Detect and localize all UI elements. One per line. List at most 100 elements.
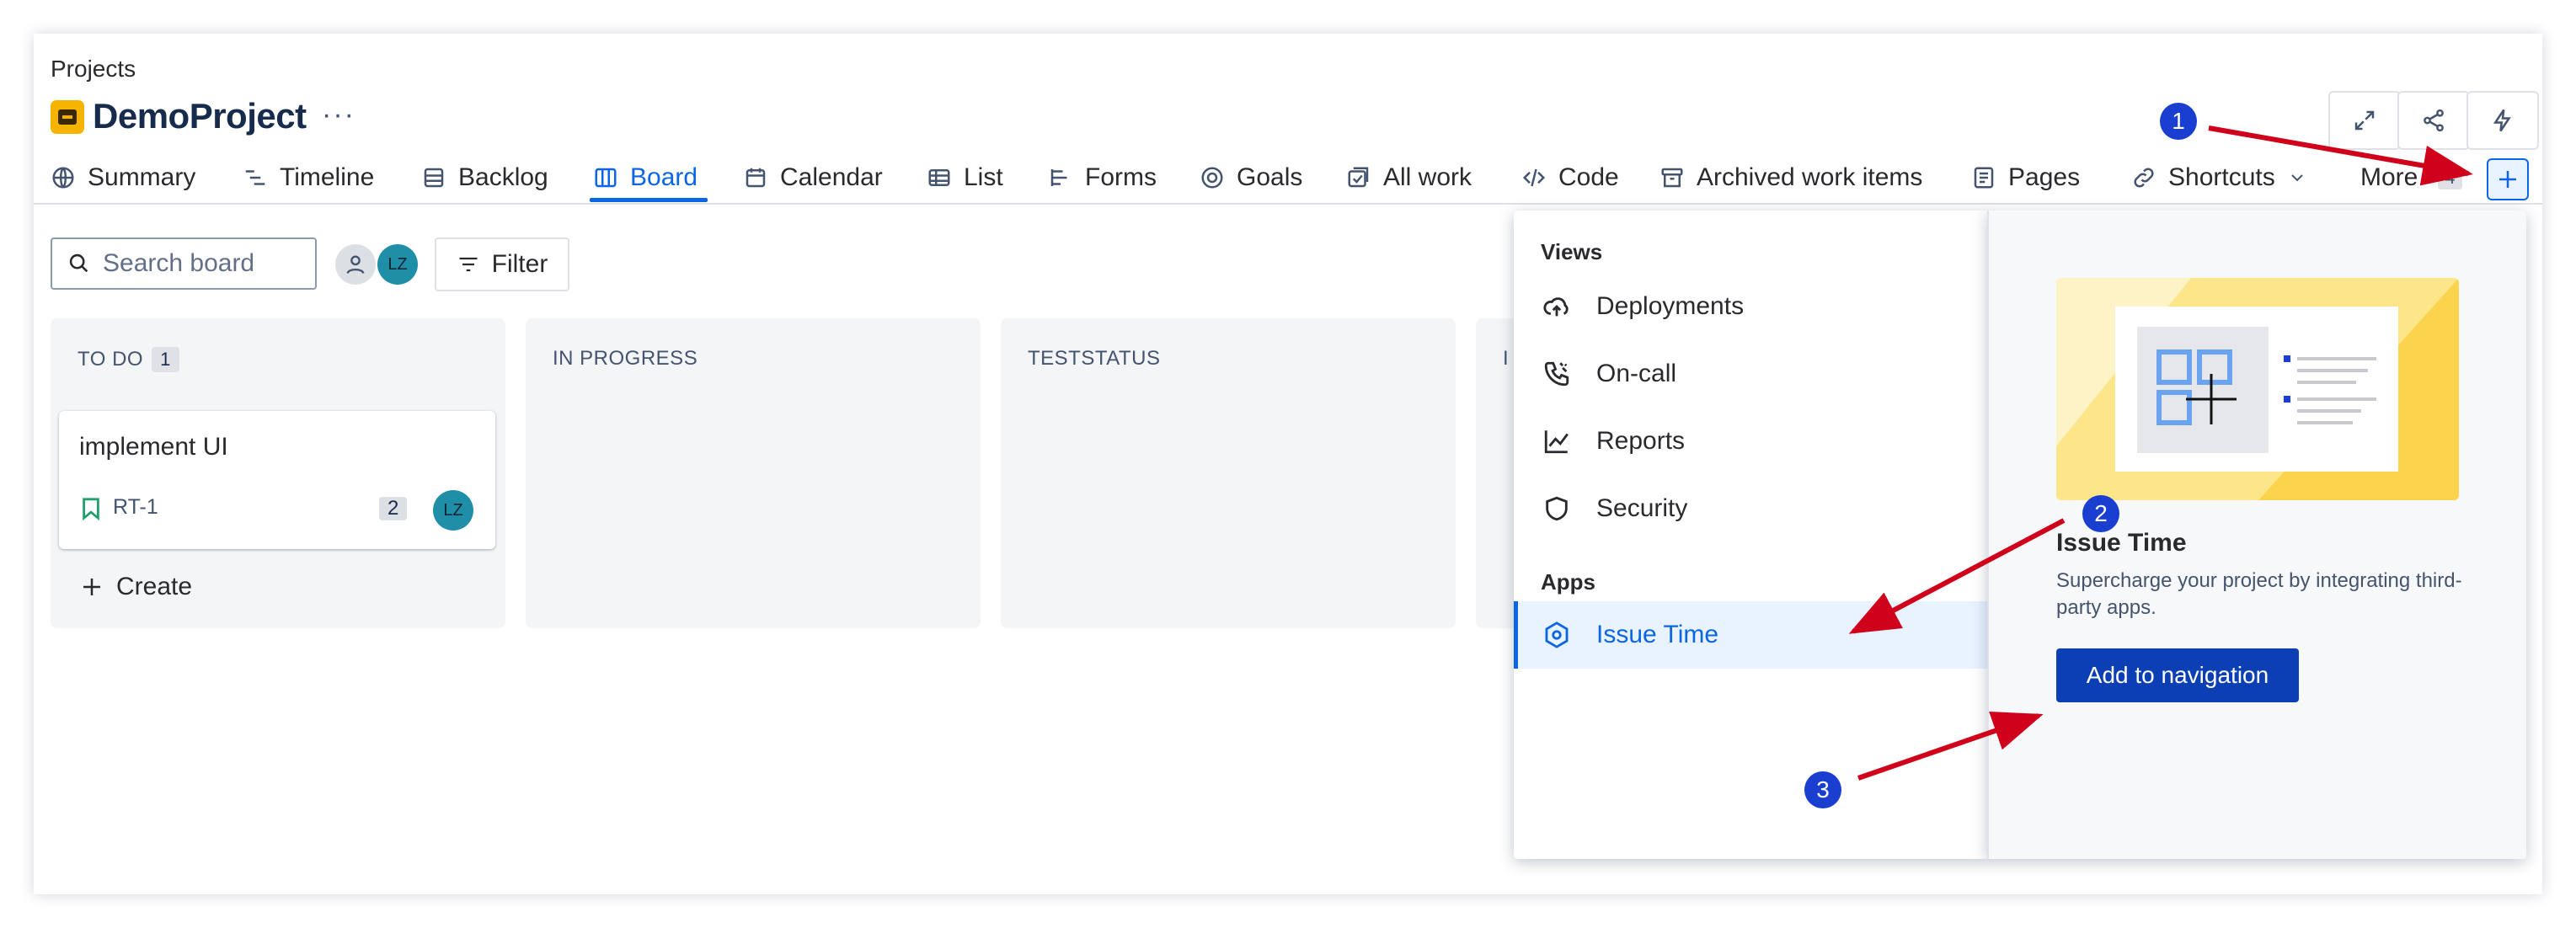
- filter-icon: [459, 257, 478, 272]
- shield-icon: [1546, 496, 1568, 521]
- column-count: 1: [152, 347, 179, 372]
- create-label: Create: [116, 573, 193, 600]
- menu-item-label: Issue Time: [1596, 621, 1719, 648]
- menu-item-label: Reports: [1596, 427, 1686, 455]
- apps-heading: Apps: [1541, 569, 1595, 595]
- tab-timeline[interactable]: Timeline: [243, 157, 374, 199]
- tab-label: Summary: [88, 163, 196, 191]
- tab-label: More: [2360, 163, 2418, 191]
- tab-code[interactable]: Code: [1521, 157, 1619, 199]
- tab-board[interactable]: Board: [593, 157, 697, 199]
- avatar[interactable]: LZ: [433, 490, 473, 531]
- menu-item-label: Deployments: [1596, 292, 1745, 320]
- backlog-icon: [424, 168, 444, 188]
- tab-label: Archived work items: [1697, 163, 1923, 191]
- tab-label: Forms: [1085, 163, 1157, 191]
- automation-button[interactable]: [2466, 91, 2539, 150]
- project-more-button[interactable]: ···: [322, 99, 355, 131]
- search-placeholder: Search board: [103, 249, 255, 277]
- create-issue-button[interactable]: Create: [79, 573, 192, 601]
- tab-all-work[interactable]: All work: [1346, 157, 1472, 199]
- tab-label: Pages: [2008, 163, 2081, 191]
- menu-item-on-call[interactable]: On-call: [1514, 340, 1987, 408]
- more-count-badge: 4: [2438, 166, 2462, 189]
- app-title: Issue Time: [2056, 529, 2187, 557]
- project-avatar-icon: [51, 100, 84, 134]
- tabs-divider: [34, 203, 2542, 205]
- column-title: TO DO 1: [77, 347, 179, 372]
- timeline-icon: [245, 170, 265, 185]
- tab-goals[interactable]: Goals: [1200, 157, 1302, 199]
- expand-icon: [2354, 110, 2375, 131]
- tab-label: Shortcuts: [2168, 163, 2275, 191]
- column-title-text: TO DO: [77, 348, 144, 371]
- goals-icon: [1201, 167, 1223, 189]
- share-button[interactable]: [2397, 91, 2470, 150]
- avatar-unassigned[interactable]: [335, 244, 376, 285]
- cloud-upload-icon: [1543, 297, 1569, 317]
- tab-backlog[interactable]: Backlog: [421, 157, 548, 199]
- tab-label: Goals: [1237, 163, 1303, 191]
- plus-icon: [83, 579, 100, 595]
- expand-button[interactable]: [2328, 91, 2401, 150]
- issue-key[interactable]: RT-1: [113, 495, 158, 520]
- tab-summary[interactable]: Summary: [51, 157, 195, 199]
- plus-icon: [2499, 171, 2516, 188]
- share-icon: [2424, 109, 2444, 132]
- tab-label: Backlog: [458, 163, 548, 191]
- issue-card[interactable]: implement UI RT-1 2 LZ: [59, 411, 495, 549]
- add-view-button[interactable]: [2487, 158, 2529, 200]
- add-view-menu: Views Deployments On-call Reports Securi…: [1514, 211, 1987, 859]
- menu-item-label: Security: [1596, 494, 1688, 522]
- menu-item-deployments[interactable]: Deployments: [1514, 273, 1987, 340]
- tab-archived-work-items[interactable]: Archived work items: [1659, 157, 1922, 199]
- hexagon-icon: [1545, 621, 1569, 648]
- person-icon: [346, 255, 365, 275]
- tab-shortcuts[interactable]: Shortcuts: [2131, 157, 2307, 199]
- filter-label: Filter: [491, 250, 548, 278]
- breadcrumb[interactable]: Projects: [51, 56, 136, 83]
- pages-icon: [1974, 167, 1994, 189]
- avatar[interactable]: LZ: [377, 244, 418, 285]
- tab-pages[interactable]: Pages: [1971, 157, 2080, 199]
- tab-label: Timeline: [280, 163, 375, 191]
- annotation-step-1: 1: [2160, 103, 2197, 140]
- forms-icon: [1050, 169, 1067, 186]
- menu-item-reports[interactable]: Reports: [1514, 408, 1987, 475]
- globe-icon: [52, 167, 74, 189]
- app-illustration: [2056, 278, 2459, 500]
- menu-item-label: On-call: [1596, 360, 1677, 387]
- menu-item-security[interactable]: Security: [1514, 475, 1987, 542]
- column-title: I: [1503, 347, 1510, 370]
- tab-label: All work: [1383, 163, 1472, 191]
- tab-label: Code: [1558, 163, 1619, 191]
- menu-item-issue-time[interactable]: Issue Time: [1514, 601, 1987, 669]
- page-title: DemoProject: [93, 96, 307, 136]
- story-points-badge: 2: [379, 497, 408, 520]
- column-title: TESTSTATUS: [1028, 347, 1161, 370]
- active-tab-indicator: [590, 198, 708, 202]
- tab-calendar[interactable]: Calendar: [743, 157, 883, 199]
- column-title: IN PROGRESS: [553, 347, 698, 370]
- filter-button[interactable]: Filter: [435, 237, 569, 291]
- search-input[interactable]: Search board: [51, 237, 317, 290]
- app-description: Supercharge your project by integrating …: [2056, 569, 2462, 619]
- issue-title: implement UI: [79, 433, 228, 461]
- calendar-icon: [746, 168, 766, 188]
- tab-list[interactable]: List: [927, 157, 1003, 199]
- tab-more[interactable]: More 4: [2360, 157, 2462, 199]
- story-icon: [83, 498, 99, 520]
- chevron-down-icon: [2291, 174, 2303, 182]
- app-preview-panel: Issue Time Supercharge your project by i…: [1987, 211, 2526, 859]
- code-icon: [1522, 168, 1546, 187]
- lightning-icon: [2493, 109, 2511, 132]
- tab-label: List: [964, 163, 1003, 191]
- annotation-step-3: 3: [1804, 771, 1841, 808]
- archive-icon: [1661, 168, 1683, 188]
- tab-label: Calendar: [780, 163, 883, 191]
- board-column-teststatus: TESTSTATUS: [1001, 318, 1456, 628]
- add-to-navigation-button[interactable]: Add to navigation: [2056, 648, 2299, 702]
- tab-forms[interactable]: Forms: [1048, 157, 1157, 199]
- link-icon: [2134, 168, 2154, 188]
- chart-icon: [1544, 430, 1569, 454]
